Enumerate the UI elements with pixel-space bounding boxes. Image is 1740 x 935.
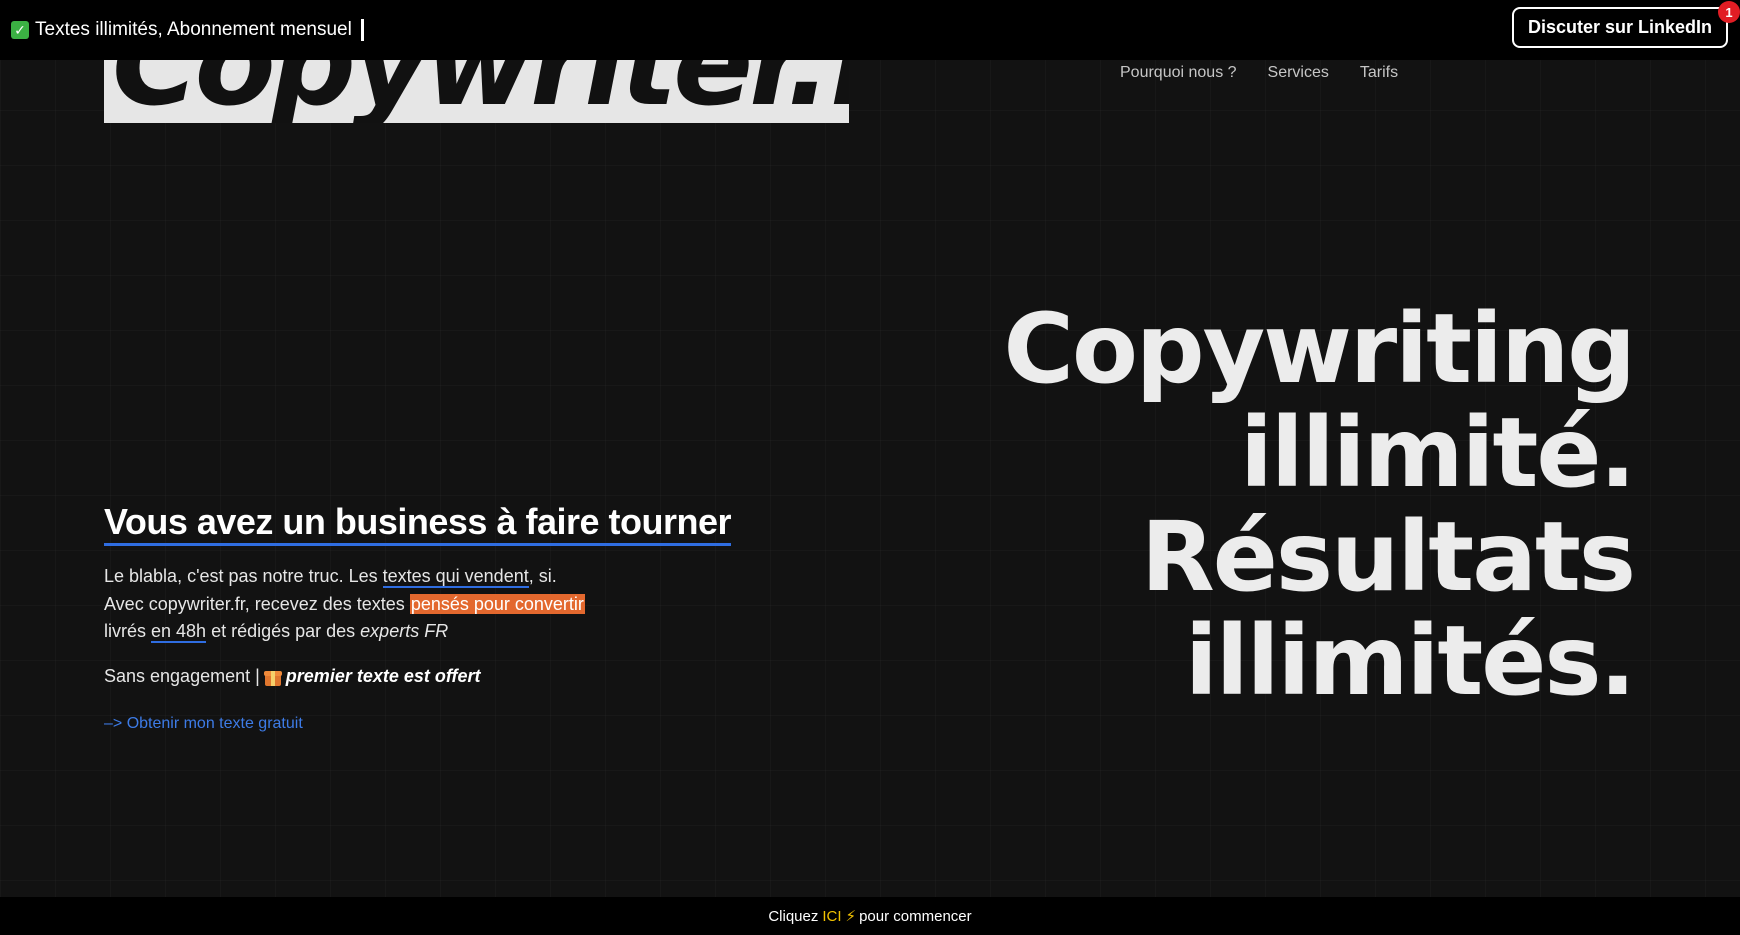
- announcement-bar: ✓ Textes illimités, Abonnement mensuel D…: [0, 0, 1740, 60]
- offer-line: Sans engagement | premier texte est offe…: [104, 666, 481, 687]
- bottom-text-a: Cliquez: [768, 907, 819, 925]
- description-line-1: Le blabla, c'est pas notre truc. Les tex…: [104, 563, 744, 591]
- linkedin-button-label: Discuter sur LinkedIn: [1527, 17, 1713, 37]
- main-nav: Pourquoi nous ? Services Tarifs: [1120, 64, 1398, 82]
- description-line-2: Avec copywriter.fr, recevez des textes p…: [104, 591, 744, 619]
- text-segment: Le blabla, c'est pas notre truc. Les: [104, 566, 383, 586]
- premier-texte-offert: premier texte est offert: [285, 666, 481, 686]
- text-segment: livrés: [104, 621, 152, 641]
- nav-item-pourquoi-nous[interactable]: Pourquoi nous ?: [1120, 64, 1237, 82]
- notification-badge: 1: [1718, 1, 1740, 23]
- ici-link[interactable]: ICI: [822, 908, 841, 925]
- nav-item-services[interactable]: Services: [1268, 64, 1329, 82]
- headline-line-3: Résultats: [1140, 501, 1636, 613]
- nav-item-tarifs[interactable]: Tarifs: [1360, 64, 1398, 82]
- headline-line-1: Copywriting: [1003, 293, 1636, 405]
- en-48h-link[interactable]: en 48h: [151, 621, 207, 643]
- bottom-text-b: pour commencer: [859, 907, 972, 925]
- description-line-3: livrés en 48h et rédigés par des experts…: [104, 618, 744, 646]
- announcement-text: Textes illimités, Abonnement mensuel: [35, 19, 352, 40]
- text-segment: et rédigés par des: [206, 621, 361, 641]
- obtenir-texte-gratuit-link[interactable]: –> Obtenir mon texte gratuit: [104, 715, 303, 733]
- linkedin-chat-button[interactable]: Discuter sur LinkedIn 1: [1512, 1, 1740, 48]
- text-segment: Avec copywriter.fr, recevez des textes: [104, 593, 410, 614]
- gift-icon: [263, 668, 282, 686]
- hero-description: Le blabla, c'est pas notre truc. Les tex…: [104, 563, 744, 646]
- headline-line-2: illimité.: [1239, 397, 1636, 509]
- hero-headline: Copywriting illimité. Résultats illimité…: [1003, 293, 1636, 717]
- lightning-icon: ⚡: [845, 908, 857, 925]
- experts-fr-text: experts FR: [360, 621, 449, 641]
- headline-line-4: illimités.: [1184, 605, 1636, 717]
- sans-engagement-text: Sans engagement |: [104, 666, 260, 686]
- hero-heading: Vous avez un business à faire tourner: [104, 502, 732, 546]
- announcement-message: ✓ Textes illimités, Abonnement mensuel: [11, 19, 364, 41]
- page: ✓ Textes illimités, Abonnement mensuel D…: [0, 0, 1740, 935]
- check-icon: ✓: [11, 21, 29, 39]
- typing-caret: [360, 19, 364, 41]
- bottom-cta-bar[interactable]: Cliquez ICI ⚡ pour commencer: [0, 897, 1740, 935]
- text-segment: , si.: [528, 566, 557, 586]
- highlight-convertir: pensés pour convertir: [409, 593, 585, 614]
- textes-qui-vendent-link[interactable]: textes qui vendent: [382, 566, 529, 588]
